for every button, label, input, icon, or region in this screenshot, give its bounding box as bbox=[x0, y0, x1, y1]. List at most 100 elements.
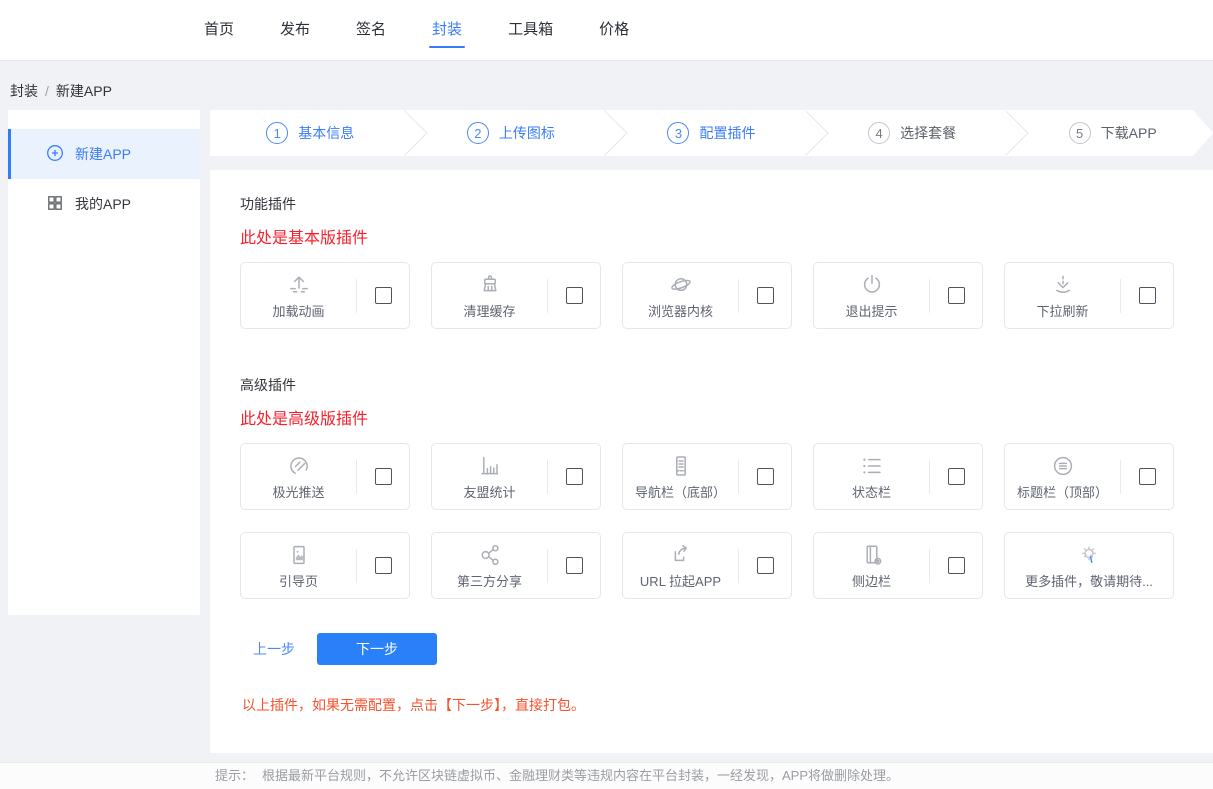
plugin-checkbox-statusbar[interactable] bbox=[948, 468, 965, 485]
footer: 提示：根据最新平台规则，不允许区块链虚拟币、金融理财类等违规内容在平台封装，一经… bbox=[0, 762, 1213, 789]
checkbox-zone bbox=[357, 468, 409, 485]
umeng-stats-icon bbox=[477, 453, 503, 480]
page-body: 封装 / 新建APP 新建APP 我的APP 1基本信息2上传图标3配置插件 4 选择套餐… bbox=[0, 61, 1213, 762]
plugin-card-clean-cache[interactable]: 清理缓存 bbox=[431, 262, 601, 329]
plugin-checkbox-third-party-share[interactable] bbox=[566, 557, 583, 574]
plugin-card-main: 友盟统计 bbox=[432, 453, 547, 501]
browser-kernel-icon bbox=[668, 272, 694, 299]
plugin-card-main: 下拉刷新 bbox=[1005, 272, 1120, 320]
plugin-card-third-party-share[interactable]: 第三方分享 bbox=[431, 532, 601, 599]
exit-prompt-icon bbox=[859, 272, 885, 299]
step-number: 5 bbox=[1069, 122, 1091, 144]
breadcrumb-current: 新建APP bbox=[56, 83, 112, 99]
plugin-card-navbar-bottom[interactable]: 导航栏（底部） bbox=[622, 443, 792, 510]
plugin-checkbox-pull-refresh[interactable] bbox=[1139, 287, 1156, 304]
plugin-card-main: 第三方分享 bbox=[432, 542, 547, 590]
plugin-card-main: 标题栏（顶部） bbox=[1005, 453, 1120, 501]
content-card: 功能插件此处是基本版插件加载动画清理缓存浏览器内核退出提示下拉刷新高级插件此处是… bbox=[210, 170, 1213, 753]
plugin-checkbox-clean-cache[interactable] bbox=[566, 287, 583, 304]
nav-item-price[interactable]: 价格 bbox=[599, 0, 629, 60]
step-upload-icon[interactable]: 2上传图标 bbox=[411, 110, 612, 156]
sidebar-item-label: 新建APP bbox=[75, 144, 131, 164]
statusbar-icon bbox=[859, 453, 885, 480]
checkbox-zone bbox=[357, 557, 409, 574]
plugin-card-sidebar-panel[interactable]: 侧边栏 bbox=[813, 532, 983, 599]
plugin-label: URL 拉起APP bbox=[640, 571, 721, 590]
section-title: 功能插件 bbox=[240, 194, 1183, 214]
nav-item-home[interactable]: 首页 bbox=[204, 0, 234, 60]
step-number: 4 bbox=[868, 122, 890, 144]
plugin-checkbox-titlebar-top[interactable] bbox=[1139, 468, 1156, 485]
guide-page-icon bbox=[286, 542, 312, 569]
jpush-icon bbox=[286, 453, 312, 480]
plugin-card-url-launch[interactable]: URL 拉起APP bbox=[622, 532, 792, 599]
checkbox-zone bbox=[739, 557, 791, 574]
plugin-label: 友盟统计 bbox=[463, 482, 515, 501]
plugin-card-guide-page[interactable]: 引导页 bbox=[240, 532, 410, 599]
plugin-checkbox-exit-prompt[interactable] bbox=[948, 287, 965, 304]
plugin-card-statusbar[interactable]: 状态栏 bbox=[813, 443, 983, 510]
more-plugins-icon bbox=[1076, 542, 1102, 569]
checkbox-zone bbox=[739, 468, 791, 485]
plugin-card-main: 浏览器内核 bbox=[623, 272, 738, 320]
plugin-card-titlebar-top[interactable]: 标题栏（顶部） bbox=[1004, 443, 1174, 510]
section-note: 此处是高级版插件 bbox=[240, 405, 1183, 429]
layout: 新建APP 我的APP 1基本信息2上传图标3配置插件 4 选择套餐 5 下载APP 功能… bbox=[0, 110, 1213, 753]
plugin-label: 极光推送 bbox=[272, 482, 324, 501]
step-label: 下载APP bbox=[1101, 123, 1157, 143]
sidebar-item-my-app[interactable]: 我的APP bbox=[8, 179, 200, 229]
footer-tip-text: 根据最新平台规则，不允许区块链虚拟币、金融理财类等违规内容在平台封装，一经发现，… bbox=[262, 768, 899, 783]
checkbox-zone bbox=[548, 287, 600, 304]
plugin-checkbox-sidebar-panel[interactable] bbox=[948, 557, 965, 574]
plugin-checkbox-umeng-stats[interactable] bbox=[566, 468, 583, 485]
plugin-label: 清理缓存 bbox=[463, 301, 515, 320]
next-step-button[interactable]: 下一步 bbox=[317, 633, 437, 665]
plugin-checkbox-url-launch[interactable] bbox=[757, 557, 774, 574]
step-download-app[interactable]: 5 下载APP bbox=[1012, 110, 1213, 156]
breadcrumb-section[interactable]: 封装 bbox=[10, 83, 38, 99]
plugin-label: 浏览器内核 bbox=[648, 301, 713, 320]
plugin-card-umeng-stats[interactable]: 友盟统计 bbox=[431, 443, 601, 510]
step-label: 配置插件 bbox=[699, 123, 755, 143]
checkbox-zone bbox=[930, 557, 982, 574]
url-launch-icon bbox=[668, 542, 694, 569]
plugin-label: 加载动画 bbox=[272, 301, 324, 320]
plugin-card-jpush[interactable]: 极光推送 bbox=[240, 443, 410, 510]
plugin-card-loading-animation[interactable]: 加载动画 bbox=[240, 262, 410, 329]
step-basic-info[interactable]: 1基本信息 bbox=[210, 110, 411, 156]
nav-item-publish[interactable]: 发布 bbox=[280, 0, 310, 60]
step-config-plugins[interactable]: 3配置插件 bbox=[611, 110, 812, 156]
plugin-card-main: 状态栏 bbox=[814, 453, 929, 501]
plugin-card-main: 清理缓存 bbox=[432, 272, 547, 320]
step-label: 上传图标 bbox=[499, 123, 555, 143]
nav-item-package[interactable]: 封装 bbox=[432, 0, 462, 60]
plugin-section-1: 功能插件此处是基本版插件加载动画清理缓存浏览器内核退出提示下拉刷新 bbox=[240, 194, 1183, 329]
plugin-checkbox-loading-animation[interactable] bbox=[375, 287, 392, 304]
step-choose-plan[interactable]: 4 选择套餐 bbox=[812, 110, 1013, 156]
sidebar-item-new-app[interactable]: 新建APP bbox=[8, 129, 200, 179]
loading-animation-icon bbox=[286, 272, 312, 299]
plugin-checkbox-navbar-bottom[interactable] bbox=[757, 468, 774, 485]
plugin-card-main: 极光推送 bbox=[241, 453, 356, 501]
plugin-checkbox-jpush[interactable] bbox=[375, 468, 392, 485]
nav-item-toolbox[interactable]: 工具箱 bbox=[508, 0, 553, 60]
clean-cache-icon bbox=[477, 272, 503, 299]
checkbox-zone bbox=[1121, 287, 1173, 304]
plugin-card-pull-refresh[interactable]: 下拉刷新 bbox=[1004, 262, 1174, 329]
plugin-section-2: 高级插件此处是高级版插件极光推送友盟统计导航栏（底部）状态栏标题栏（顶部）引导页… bbox=[240, 375, 1183, 599]
plugin-grid: 加载动画 清理缓存 浏览器内核 退出提示 下拉刷新 bbox=[240, 262, 1183, 329]
plugin-card-browser-kernel[interactable]: 浏览器内核 bbox=[622, 262, 792, 329]
plugin-card-main: 退出提示 bbox=[814, 272, 929, 320]
plugin-card-main: 导航栏（底部） bbox=[623, 453, 738, 501]
plugin-card-exit-prompt[interactable]: 退出提示 bbox=[813, 262, 983, 329]
step-label: 选择套餐 bbox=[900, 123, 956, 143]
plugin-checkbox-browser-kernel[interactable] bbox=[757, 287, 774, 304]
plugin-checkbox-guide-page[interactable] bbox=[375, 557, 392, 574]
nav-item-sign[interactable]: 签名 bbox=[356, 0, 386, 60]
breadcrumb-separator: / bbox=[45, 83, 49, 99]
prev-step-link[interactable]: 上一步 bbox=[253, 639, 295, 659]
checkbox-zone bbox=[739, 287, 791, 304]
actions-row: 上一步 下一步 bbox=[240, 633, 1183, 665]
plugin-card-more-plugins[interactable]: 更多插件，敬请期待... bbox=[1004, 532, 1174, 599]
plugin-card-main: 引导页 bbox=[241, 542, 356, 590]
